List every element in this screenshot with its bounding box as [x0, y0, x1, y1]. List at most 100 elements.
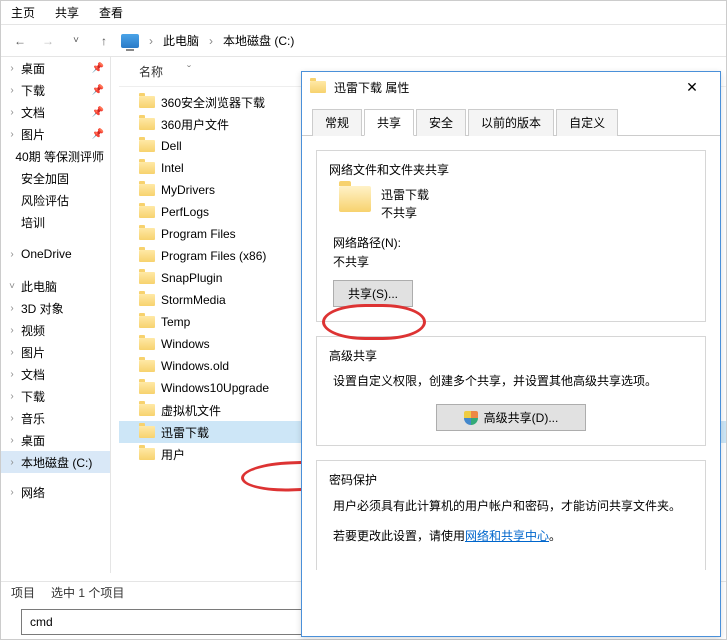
tab-share[interactable]: 共享: [364, 109, 414, 136]
folder-icon: [339, 186, 371, 212]
file-name: 虚拟机文件: [161, 402, 221, 419]
advanced-share-button[interactable]: 高级共享(D)...: [436, 404, 586, 431]
file-name: 360用户文件: [161, 116, 229, 133]
file-name: Program Files (x86): [161, 249, 266, 263]
forward-button[interactable]: →: [37, 30, 59, 52]
close-button[interactable]: ✕: [672, 79, 712, 96]
network-share-group: 网络文件和文件夹共享 迅雷下载 不共享 网络路径(N): 不共享 共享(S)..…: [316, 150, 706, 322]
nav-item[interactable]: ›桌面: [1, 429, 110, 451]
nav-onedrive[interactable]: ›OneDrive: [1, 243, 110, 265]
file-name: StormMedia: [161, 293, 226, 307]
network-sharing-center-link[interactable]: 网络和共享中心: [465, 529, 549, 543]
tab-general[interactable]: 常规: [312, 109, 362, 136]
password-protection-group: 密码保护 用户必须具有此计算机的用户帐户和密码，才能访问共享文件夹。 若要更改此…: [316, 460, 706, 570]
dialog-body: 网络文件和文件夹共享 迅雷下载 不共享 网络路径(N): 不共享 共享(S)..…: [302, 136, 720, 584]
file-name: Windows10Upgrade: [161, 381, 269, 395]
chevron-right-icon: ›: [149, 34, 153, 48]
nav-item[interactable]: 培训: [1, 211, 110, 233]
tab-previous-versions[interactable]: 以前的版本: [468, 109, 554, 136]
nav-item[interactable]: ›桌面📌: [1, 57, 110, 79]
file-name: Dell: [161, 139, 182, 153]
nav-item[interactable]: ›图片: [1, 341, 110, 363]
folder-icon: [139, 96, 155, 108]
nav-item[interactable]: ›音乐: [1, 407, 110, 429]
back-button[interactable]: ←: [9, 30, 31, 52]
nav-item[interactable]: ›下载📌: [1, 79, 110, 101]
file-name: Temp: [161, 315, 190, 329]
folder-icon: [139, 316, 155, 328]
pc-icon: [121, 34, 139, 48]
tab-custom[interactable]: 自定义: [556, 109, 618, 136]
menu-home[interactable]: 主页: [11, 4, 35, 21]
status-item-count: 项目: [11, 584, 35, 601]
file-name: 用户: [161, 446, 185, 463]
group-title: 密码保护: [329, 471, 693, 488]
share-status: 不共享: [381, 204, 429, 222]
pin-icon: 📌: [92, 129, 104, 140]
group-title: 网络文件和文件夹共享: [329, 161, 693, 178]
file-name: Program Files: [161, 227, 236, 241]
menu-view[interactable]: 查看: [99, 4, 123, 21]
network-path-value: 不共享: [333, 253, 693, 270]
address-bar: ← → ˅ ↑ › 此电脑 › 本地磁盘 (C:): [1, 25, 726, 57]
advanced-share-desc: 设置自定义权限，创建多个共享，并设置其他高级共享选项。: [333, 372, 693, 390]
nav-item[interactable]: ›图片📌: [1, 123, 110, 145]
password-text-2: 若要更改此设置，请使用网络和共享中心。: [333, 526, 693, 546]
folder-icon: [139, 360, 155, 372]
folder-icon: [139, 272, 155, 284]
up-button[interactable]: ↑: [93, 30, 115, 52]
folder-icon: [139, 404, 155, 416]
menu-share[interactable]: 共享: [55, 4, 79, 21]
network-path-label: 网络路径(N):: [333, 234, 693, 251]
column-header-name[interactable]: 名称: [139, 63, 163, 80]
chevron-right-icon: ›: [209, 34, 213, 48]
nav-item[interactable]: 40期 等保测评师: [1, 145, 110, 167]
file-name: 360安全浏览器下载: [161, 94, 265, 111]
nav-item[interactable]: ›视频: [1, 319, 110, 341]
folder-icon: [139, 228, 155, 240]
nav-item[interactable]: 风险评估: [1, 189, 110, 211]
dialog-titlebar[interactable]: 迅雷下载 属性 ✕: [302, 72, 720, 102]
advanced-share-group: 高级共享 设置自定义权限，创建多个共享，并设置其他高级共享选项。 高级共享(D)…: [316, 336, 706, 446]
folder-icon: [139, 338, 155, 350]
file-name: SnapPlugin: [161, 271, 222, 285]
breadcrumb-pc[interactable]: 此电脑: [163, 32, 199, 49]
nav-item[interactable]: 安全加固: [1, 167, 110, 189]
folder-icon: [310, 81, 326, 93]
share-button[interactable]: 共享(S)...: [333, 280, 413, 307]
navigation-pane: ›桌面📌 ›下载📌 ›文档📌 ›图片📌 40期 等保测评师 安全加固 风险评估 …: [1, 57, 111, 573]
file-name: Intel: [161, 161, 184, 175]
file-name: MyDrivers: [161, 183, 215, 197]
share-name: 迅雷下载: [381, 186, 429, 204]
folder-icon: [139, 140, 155, 152]
nav-network[interactable]: ›网络: [1, 481, 110, 503]
folder-icon: [139, 448, 155, 460]
menubar: 主页 共享 查看: [1, 1, 726, 25]
shield-icon: [464, 411, 478, 425]
nav-item[interactable]: ›下载: [1, 385, 110, 407]
folder-icon: [139, 294, 155, 306]
pin-icon: 📌: [92, 107, 104, 118]
nav-thispc[interactable]: ˅此电脑: [1, 275, 110, 297]
folder-icon: [139, 426, 155, 438]
advanced-share-button-label: 高级共享(D)...: [484, 409, 559, 426]
file-name: PerfLogs: [161, 205, 209, 219]
properties-dialog: 迅雷下载 属性 ✕ 常规 共享 安全 以前的版本 自定义 网络文件和文件夹共享 …: [301, 71, 721, 637]
pin-icon: 📌: [92, 63, 104, 74]
sort-indicator-icon: ˇ: [187, 63, 191, 80]
folder-icon: [139, 206, 155, 218]
nav-item[interactable]: ›3D 对象: [1, 297, 110, 319]
status-selection: 选中 1 个项目: [51, 584, 124, 601]
group-title: 高级共享: [329, 347, 693, 364]
breadcrumb-drive[interactable]: 本地磁盘 (C:): [223, 32, 294, 49]
folder-icon: [139, 184, 155, 196]
nav-item[interactable]: ›文档: [1, 363, 110, 385]
tab-security[interactable]: 安全: [416, 109, 466, 136]
pin-icon: 📌: [92, 85, 104, 96]
password-text-1: 用户必须具有此计算机的用户帐户和密码，才能访问共享文件夹。: [333, 496, 693, 516]
nav-drive[interactable]: ›本地磁盘 (C:): [1, 451, 110, 473]
nav-item[interactable]: ›文档📌: [1, 101, 110, 123]
tab-strip: 常规 共享 安全 以前的版本 自定义: [302, 102, 720, 136]
folder-icon: [139, 118, 155, 130]
recent-dropdown[interactable]: ˅: [65, 30, 87, 52]
